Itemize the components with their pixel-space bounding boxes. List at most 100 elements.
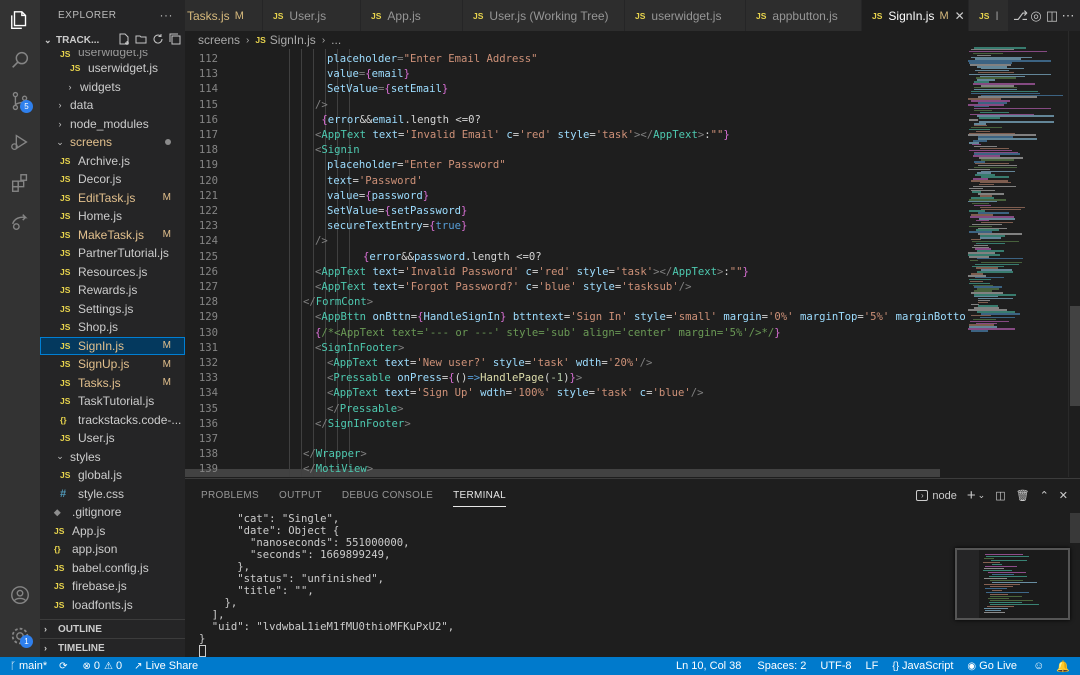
sync-button[interactable]: ⟳ [59, 661, 70, 672]
folder-item[interactable]: › node_modules [40, 115, 185, 134]
file-item[interactable]: JS Tasks.js M [40, 374, 185, 393]
problems-indicator[interactable]: ⊗ 0 ⚠ 0 [83, 660, 123, 672]
file-item[interactable]: JS Archive.js [40, 152, 185, 171]
code-line[interactable]: 135 </Pressable> [185, 402, 965, 417]
editor-tab[interactable]: JS App.js [361, 0, 463, 31]
trash-icon[interactable]: 🗑 [1016, 489, 1030, 502]
code-line[interactable]: 130 {/*<AppText text='--- or ---' style='… [185, 326, 965, 341]
code-line[interactable]: 114 SetValue={setEmail} [185, 82, 965, 97]
code-line[interactable]: 126 <AppText text='Invalid Password' c='r… [185, 265, 965, 280]
editor-tab[interactable]: JS User.js [263, 0, 361, 31]
file-item[interactable]: {} trackstacks.code-... [40, 411, 185, 430]
code-line[interactable]: 124 /> [185, 234, 965, 249]
run-debug-icon[interactable] [0, 124, 40, 160]
scrollbar-thumb[interactable] [1070, 306, 1080, 406]
eol[interactable]: LF [866, 660, 879, 672]
close-icon[interactable]: ✕ [955, 9, 965, 23]
editor-tab[interactable]: JS userwidget.js [625, 0, 746, 31]
project-header[interactable]: ⌄ TRACK... [40, 30, 185, 50]
code-line[interactable]: 116 {error&&email.length <=0? [185, 113, 965, 128]
file-item[interactable]: JS Rewards.js [40, 281, 185, 300]
editor-tab[interactable]: Tasks.js M [185, 0, 263, 31]
code-line[interactable]: 120 text='Password' [185, 174, 965, 189]
preview-icon[interactable]: ◎ [1029, 8, 1043, 23]
panel-tab[interactable]: OUTPUT [279, 479, 322, 511]
file-item[interactable]: JS firebase.js [40, 577, 185, 596]
code-line[interactable]: 122 SetValue={setPassword} [185, 204, 965, 219]
terminal-shell[interactable]: node [932, 490, 956, 502]
terminal-output[interactable]: "cat": "Single", "date": Object { "nanos… [199, 513, 454, 657]
vertical-scrollbar[interactable] [1068, 31, 1080, 477]
breadcrumb-folder[interactable]: screens [198, 33, 240, 47]
code-line[interactable]: 132 <AppText text='New user?' style='task… [185, 356, 965, 371]
feedback-button[interactable]: ☺ [1033, 660, 1044, 672]
folder-item[interactable]: › data [40, 96, 185, 115]
explorer-icon[interactable] [0, 2, 40, 38]
split-terminal-icon[interactable]: ◫ [995, 489, 1005, 502]
panel-tab[interactable]: DEBUG CONSOLE [342, 479, 433, 511]
breadcrumb-symbol[interactable]: ... [331, 33, 341, 47]
file-item[interactable]: JS Settings.js [40, 300, 185, 319]
terminal-prompt[interactable] [199, 645, 454, 657]
code-editor[interactable]: 112 placeholder="Enter Email Address" 113 v… [185, 49, 965, 477]
outline-section[interactable]: › OUTLINE [40, 619, 185, 638]
panel-tab[interactable]: PROBLEMS [201, 479, 259, 511]
file-item[interactable]: JS SignUp.js M [40, 355, 185, 374]
file-item[interactable]: JS Shop.js [40, 318, 185, 337]
code-line[interactable]: 118 <Signin [185, 143, 965, 158]
file-item[interactable]: JS userwidget.js [40, 59, 185, 78]
code-line[interactable]: 139 </MotiView> [185, 462, 965, 477]
notifications-button[interactable]: 🔔 [1056, 660, 1070, 673]
file-item[interactable]: JS PartnerTutorial.js [40, 244, 185, 263]
file-item[interactable]: {} app.json [40, 540, 185, 559]
branch-indicator[interactable]: ᚴ main* [10, 660, 47, 672]
live-share-icon[interactable] [0, 204, 40, 240]
new-file-icon[interactable] [118, 33, 130, 45]
file-item[interactable]: JS SignIn.js M [40, 336, 185, 355]
folder-item[interactable]: ⌄ screens [40, 133, 185, 152]
code-line[interactable]: 129 <AppBttn onBttn={HandleSignIn} bttnte… [185, 310, 965, 325]
code-line[interactable]: 138 </Wrapper> [185, 447, 965, 462]
maximize-panel-icon[interactable]: ⌃ [1040, 489, 1049, 502]
language-mode[interactable]: {} JavaScript [892, 660, 953, 672]
folder-item[interactable]: › widgets [40, 78, 185, 97]
cursor-position[interactable]: Ln 10, Col 38 [676, 660, 741, 672]
code-line[interactable]: 125 {error&&password.length <=0? [185, 250, 965, 265]
file-item[interactable]: JS EditTask.js M [40, 189, 185, 208]
code-line[interactable]: 113 value={email} [185, 67, 965, 82]
code-line[interactable]: 131 <SignInFooter> [185, 341, 965, 356]
code-line[interactable]: 127 <AppText text='Forgot Password?' c='b… [185, 280, 965, 295]
code-line[interactable]: 112 placeholder="Enter Email Address" [185, 52, 965, 67]
terminal-scrollbar[interactable] [1070, 513, 1080, 543]
code-line[interactable]: 123 secureTextEntry={true} [185, 219, 965, 234]
extensions-icon[interactable] [0, 165, 40, 201]
live-share-button[interactable]: ↗ Live Share [134, 660, 198, 672]
breadcrumb-file[interactable]: SignIn.js [270, 33, 316, 47]
editor-tab[interactable]: JS appbutton.js [746, 0, 862, 31]
file-item[interactable]: JS MakeTask.js M [40, 226, 185, 245]
split-editor-icon[interactable]: ◫ [1045, 8, 1059, 23]
code-line[interactable]: 136 </SignInFooter> [185, 417, 965, 432]
timeline-section[interactable]: › TIMELINE [40, 638, 185, 657]
go-live-button[interactable]: ◉ Go Live [967, 660, 1017, 672]
close-icon[interactable]: ✕ [1059, 489, 1068, 502]
editor-tab[interactable]: JS I [969, 0, 1009, 31]
file-item[interactable]: JS User.js [40, 429, 185, 448]
code-line[interactable]: 133 <Pressable onPress={()=>HandlePage(-1… [185, 371, 965, 386]
accounts-icon[interactable] [0, 577, 40, 613]
refresh-icon[interactable] [152, 33, 164, 45]
encoding[interactable]: UTF-8 [820, 660, 851, 672]
source-control-icon[interactable]: 5 [0, 83, 40, 119]
file-item[interactable]: JS global.js [40, 466, 185, 485]
open-changes-icon[interactable]: ⎇ [1013, 8, 1028, 23]
code-line[interactable]: 128 </FormCont> [185, 295, 965, 310]
collapse-all-icon[interactable] [169, 33, 181, 45]
folder-item[interactable]: ⌄ styles [40, 448, 185, 467]
file-item[interactable]: JS babel.config.js [40, 559, 185, 578]
file-item[interactable]: JS Home.js [40, 207, 185, 226]
code-line[interactable]: 137 [185, 432, 965, 447]
minimap[interactable] [965, 31, 1066, 477]
code-line[interactable]: 134 <AppText text='Sign Up' wdth='100%' s… [185, 386, 965, 401]
file-item[interactable]: JS userwidget.js [40, 50, 185, 59]
manage-gear-icon[interactable]: 1 [0, 618, 40, 654]
